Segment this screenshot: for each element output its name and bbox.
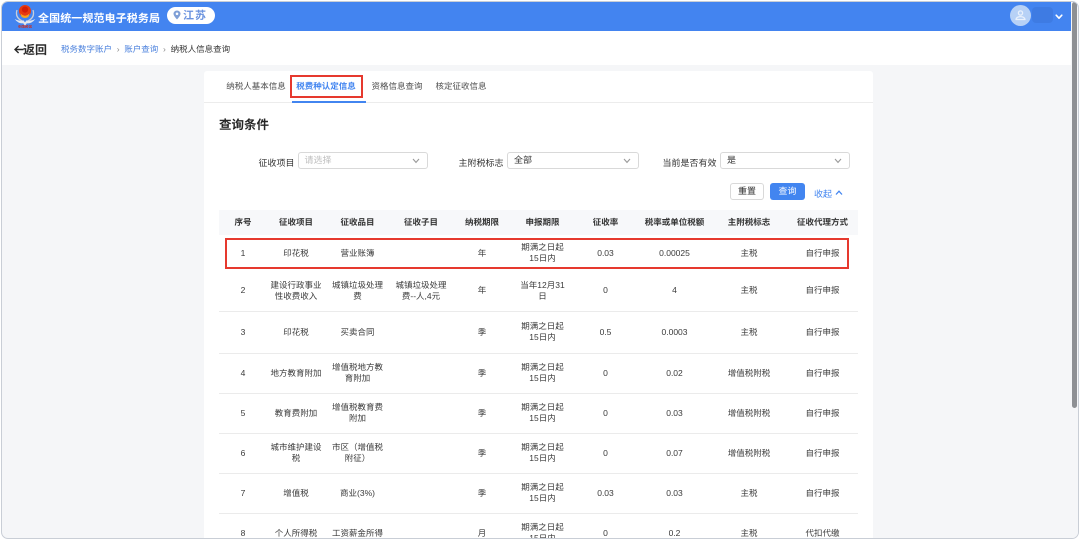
svg-text:中国税务: 中国税务	[18, 24, 33, 28]
